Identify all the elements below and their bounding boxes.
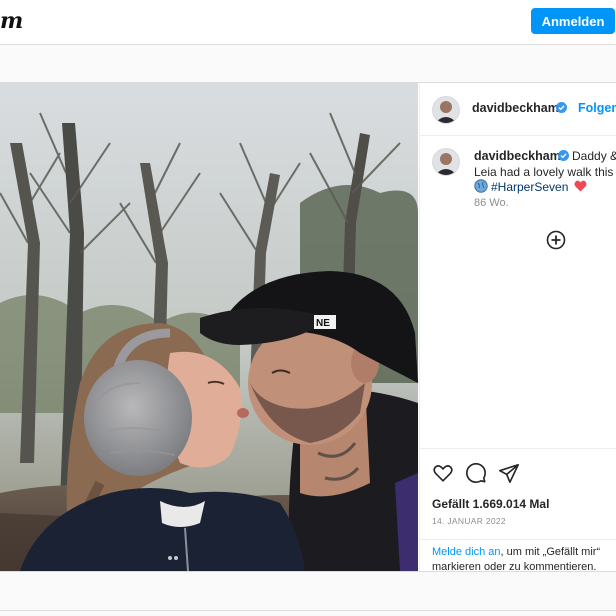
top-navigation-bar: m Anmelden <box>0 0 616 45</box>
plus-circle-icon[interactable] <box>546 230 566 250</box>
login-prompt: Melde dich an, um mit „Gefällt mir“ mark… <box>420 539 616 573</box>
post-sidebar: davidbeckham Folgen davidbeckham Daddy &… <box>419 83 616 573</box>
caption-text-line1: Daddy & <box>572 149 616 163</box>
avatar[interactable] <box>432 96 460 124</box>
red-heart-emoji-icon <box>574 180 587 192</box>
avatar-image <box>433 97 459 123</box>
globe-emoji-icon <box>474 179 488 193</box>
share-icon[interactable] <box>498 462 520 484</box>
post-photo-image: NE <box>0 83 418 571</box>
post-photo[interactable]: NE <box>0 83 418 571</box>
caption-avatar-image <box>433 149 459 175</box>
post-username[interactable]: davidbeckham <box>472 101 559 115</box>
caption-hashtag[interactable]: #HarperSeven <box>491 180 568 194</box>
post-date: 14. JANUAR 2022 <box>432 516 506 526</box>
verified-badge-icon <box>556 102 567 113</box>
caption-avatar[interactable] <box>432 148 460 176</box>
login-button[interactable]: Anmelden <box>531 8 615 34</box>
post-header: davidbeckham Folgen <box>420 83 616 136</box>
verified-badge-icon <box>558 150 569 161</box>
post-actions: Gefällt 1.669.014 Mal 14. JANUAR 2022 Me… <box>420 448 616 573</box>
page-divider <box>0 610 616 611</box>
caption-username[interactable]: davidbeckham <box>474 149 561 163</box>
login-prompt-text: , um mit „Gefällt mir“ <box>500 546 601 558</box>
comment-icon[interactable] <box>465 462 487 484</box>
heart-icon[interactable] <box>432 462 454 484</box>
login-prompt-line2: markieren oder zu kommentieren. <box>432 561 597 573</box>
login-link[interactable]: Melde dich an <box>432 546 501 558</box>
caption-text-line2: Leia had a lovely walk this m <box>474 165 616 179</box>
follow-button[interactable]: Folgen <box>578 101 616 115</box>
svg-text:NE: NE <box>316 318 330 329</box>
post-time-ago: 86 Wo. <box>474 197 509 209</box>
like-count[interactable]: Gefällt 1.669.014 Mal <box>432 497 549 511</box>
instagram-logo[interactable]: m <box>0 8 23 34</box>
login-prompt-line1: Melde dich an, um mit „Gefällt mir“ <box>432 546 600 558</box>
post-container: NE davidbeckham Folgen davidbeckham Dadd… <box>0 82 616 573</box>
